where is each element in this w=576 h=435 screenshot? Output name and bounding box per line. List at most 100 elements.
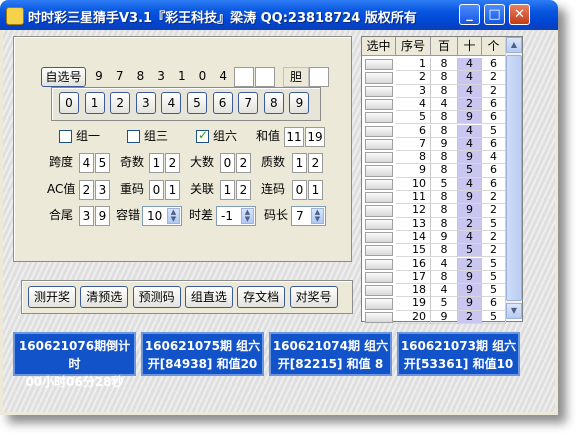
table-row[interactable]: 15 8 5 2 [362, 243, 506, 258]
table-row[interactable]: 8894 [362, 150, 506, 165]
row-select-toggle[interactable] [365, 98, 393, 111]
table-row[interactable]: 1846 [362, 57, 506, 72]
digit-button-0[interactable]: 0 [59, 92, 79, 114]
table-row[interactable]: 12 8 9 2 [362, 204, 506, 218]
digit-button-8[interactable]: 8 [263, 92, 284, 114]
row-select-toggle[interactable] [365, 59, 393, 71]
row-select-toggle[interactable] [365, 271, 393, 284]
maximize-button[interactable]: □ [484, 4, 505, 25]
hewei-min-field[interactable]: 3 [79, 206, 94, 226]
sum-max-field[interactable]: 19 [305, 127, 325, 147]
chonghao-min-field[interactable]: 0 [149, 180, 164, 200]
table-row[interactable]: 3842 [362, 84, 506, 98]
spin-arrows-icon[interactable]: ▲ ▼ [241, 208, 254, 224]
table-row[interactable]: 16 4 2 5 [362, 257, 506, 271]
row-select-toggle[interactable] [365, 72, 393, 84]
digit-button-1[interactable]: 1 [84, 92, 105, 114]
ac-min-field[interactable]: 2 [79, 180, 94, 200]
chonghao-max-field[interactable]: 1 [165, 180, 180, 200]
kuadu-max-field[interactable]: 5 [95, 153, 110, 173]
table-row[interactable]: 13 8 2 5 [362, 217, 506, 231]
table-row[interactable]: 6845 [362, 124, 506, 138]
table-row[interactable]: 7946 [362, 137, 506, 152]
jishu-max-field[interactable]: 2 [165, 153, 180, 173]
kuadu-min-field[interactable]: 4 [79, 153, 94, 173]
group-direct-button[interactable]: 组直选 [184, 286, 233, 308]
digit-button-3[interactable]: 3 [135, 92, 156, 114]
check-prize-button[interactable]: 对奖号 [289, 286, 338, 308]
row-select-toggle[interactable] [365, 205, 393, 217]
custom-number-button[interactable]: 自选号 [41, 67, 86, 87]
table-header-cell[interactable]: 选中 [362, 37, 396, 56]
table-row[interactable]: 11 8 9 2 [362, 190, 506, 205]
scroll-thumb[interactable] [506, 55, 522, 301]
title-bar[interactable]: 时时彩三星猜手V3.1『彩王科技』梁涛 QQ:23818724 版权所有 _ □… [0, 0, 558, 30]
row-select-toggle[interactable] [365, 231, 393, 244]
row-select-toggle[interactable] [365, 138, 393, 151]
table-header-cell[interactable]: 百 [431, 37, 458, 56]
row-select-toggle[interactable] [365, 178, 393, 190]
save-document-button[interactable]: 存文档 [237, 286, 286, 308]
shicha-spinner[interactable]: -1 ▲ ▼ [216, 206, 256, 226]
row-select-toggle[interactable] [365, 152, 393, 164]
row-select-toggle[interactable] [365, 192, 393, 204]
clear-preselect-button[interactable]: 清预选 [80, 286, 129, 308]
table-row[interactable]: 14 9 4 2 [362, 230, 506, 245]
digit-button-9[interactable]: 9 [289, 92, 310, 114]
table-header-cell[interactable]: 个 [482, 37, 506, 56]
table-row[interactable]: 17 8 9 5 [362, 270, 506, 285]
table-row[interactable]: 10 5 4 6 [362, 177, 506, 191]
table-row[interactable]: 19 5 9 6 [362, 297, 506, 311]
row-select-toggle[interactable] [365, 218, 393, 230]
hewei-max-field[interactable]: 9 [95, 206, 110, 226]
lianhao-max-field[interactable]: 1 [308, 180, 323, 200]
row-select-toggle[interactable] [365, 112, 393, 124]
row-select-toggle[interactable] [365, 165, 393, 177]
zhishu-min-field[interactable]: 1 [292, 153, 307, 173]
table-row[interactable]: 2842 [362, 71, 506, 85]
row-select-toggle[interactable] [365, 125, 393, 137]
zhishu-max-field[interactable]: 2 [308, 153, 323, 173]
ac-max-field[interactable]: 3 [95, 180, 110, 200]
digit-button-2[interactable]: 2 [110, 92, 131, 114]
row-select-toggle[interactable] [365, 298, 393, 310]
minimize-button[interactable]: _ [459, 4, 480, 25]
row-select-toggle[interactable] [365, 258, 393, 270]
table-row[interactable]: 5896 [362, 110, 506, 125]
table-row[interactable]: 18 4 9 5 [362, 283, 506, 298]
table-header-cell[interactable]: 十 [458, 37, 482, 56]
rongcuo-spinner[interactable]: 10 ▲ ▼ [142, 206, 182, 226]
close-button[interactable]: ✕ [509, 4, 530, 25]
table-scrollbar[interactable]: ▲ ▼ [505, 37, 522, 319]
dan-field[interactable] [309, 67, 329, 87]
row-select-toggle[interactable] [365, 245, 393, 257]
lianhao-min-field[interactable]: 0 [292, 180, 307, 200]
predict-button[interactable]: 预测码 [132, 286, 181, 308]
guanlian-min-field[interactable]: 1 [220, 180, 235, 200]
row-select-toggle[interactable] [365, 85, 393, 97]
empty-digit-slot[interactable] [233, 67, 254, 87]
digit-button-6[interactable]: 6 [212, 92, 233, 114]
dashu-min-field[interactable]: 0 [220, 153, 235, 173]
digit-button-7[interactable]: 7 [238, 92, 259, 114]
sum-min-field[interactable]: 11 [284, 127, 304, 147]
scroll-down-icon[interactable]: ▼ [506, 303, 522, 319]
jishu-min-field[interactable]: 1 [149, 153, 164, 173]
zu3-checkbox[interactable] [127, 130, 140, 143]
digit-button-4[interactable]: 4 [161, 92, 182, 114]
table-row[interactable]: 20 9 2 5 [362, 310, 506, 324]
table-row[interactable]: 9856 [362, 164, 506, 178]
table-header-cell[interactable]: 序号 [396, 37, 431, 56]
row-select-toggle[interactable] [365, 285, 393, 297]
zu6-checkbox[interactable]: ✓ [196, 128, 209, 143]
test-draw-button[interactable]: 测开奖 [28, 286, 76, 308]
spin-arrows-icon[interactable]: ▲ ▼ [311, 208, 324, 224]
dashu-max-field[interactable]: 2 [236, 153, 251, 173]
table-row[interactable]: 4426 [362, 97, 506, 112]
guanlian-max-field[interactable]: 2 [236, 180, 251, 200]
spin-arrows-icon[interactable]: ▲ ▼ [167, 208, 180, 224]
machang-spinner[interactable]: 7 ▲ ▼ [291, 206, 326, 226]
digit-button-5[interactable]: 5 [187, 92, 207, 114]
zu1-checkbox[interactable] [59, 130, 72, 143]
scroll-up-icon[interactable]: ▲ [506, 37, 522, 53]
